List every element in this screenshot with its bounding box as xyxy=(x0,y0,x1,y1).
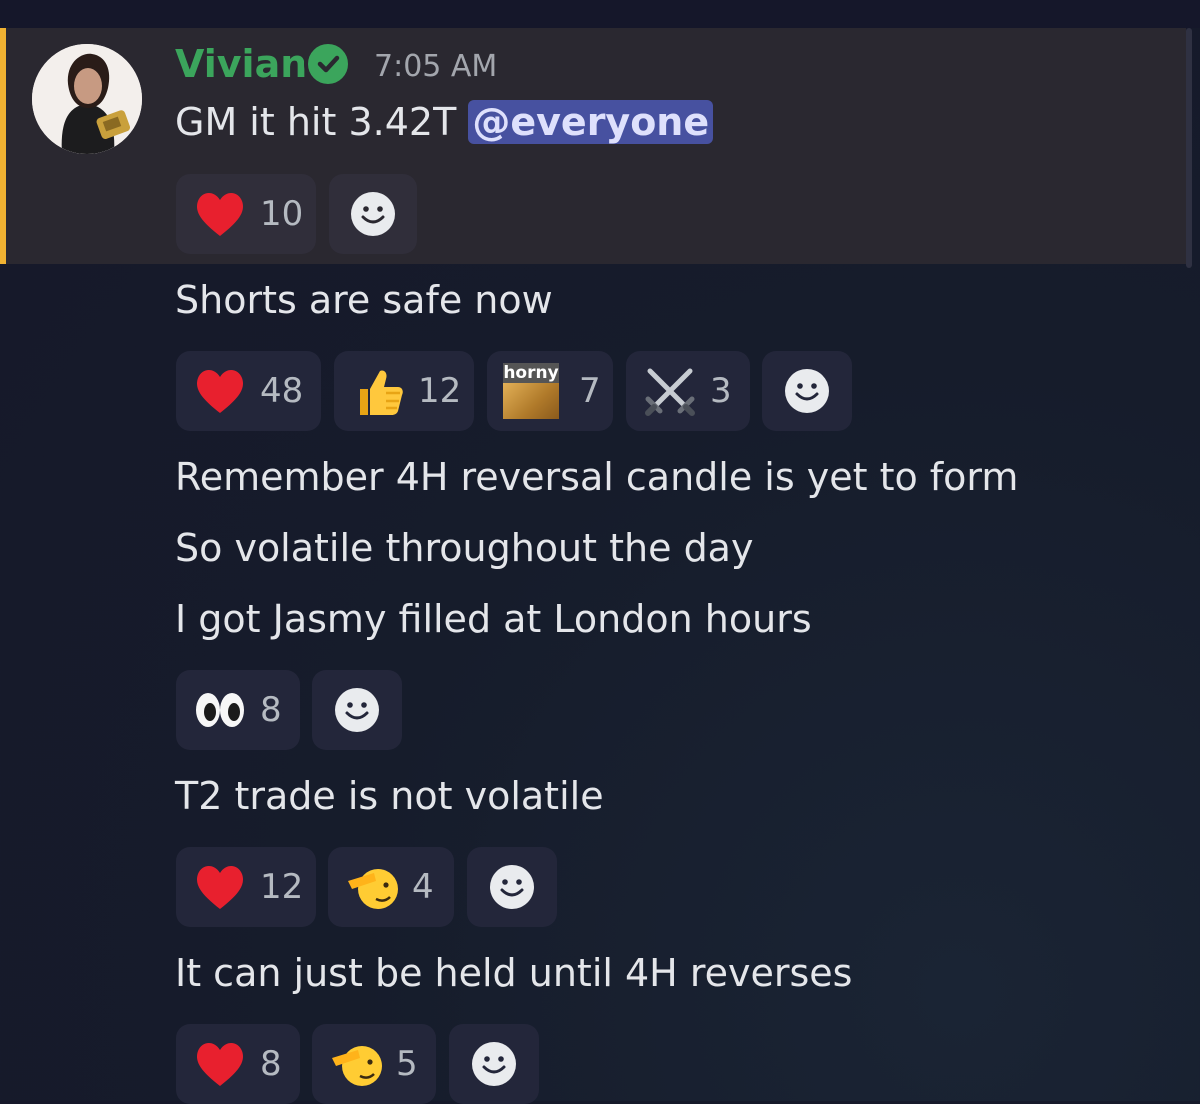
add-reaction-button[interactable] xyxy=(329,174,417,254)
add-reaction-icon xyxy=(785,369,829,413)
add-reaction-button[interactable] xyxy=(449,1024,539,1104)
add-reaction-button[interactable] xyxy=(762,351,852,431)
message-line: It can just be held until 4H reverses xyxy=(175,951,853,995)
saluting-face-icon xyxy=(348,869,398,909)
add-reaction-icon xyxy=(335,688,379,732)
message-line: So volatile throughout the day xyxy=(175,526,754,570)
heart-icon xyxy=(196,865,244,909)
reaction-crossed-swords[interactable]: 3 xyxy=(626,351,750,431)
add-reaction-icon xyxy=(490,865,534,909)
reaction-count: 12 xyxy=(418,371,462,411)
add-reaction-button[interactable] xyxy=(467,847,557,927)
message-line-first: GM it hit 3.42T @everyone xyxy=(175,98,714,146)
avatar-image xyxy=(32,44,142,154)
reaction-heart[interactable]: 48 xyxy=(176,351,321,431)
thumbs-up-icon xyxy=(360,370,403,415)
reaction-count: 8 xyxy=(260,690,282,730)
add-reaction-icon xyxy=(351,192,395,236)
reaction-heart[interactable]: 8 xyxy=(176,1024,300,1104)
saluting-face-icon xyxy=(332,1046,382,1086)
top-bar xyxy=(0,0,1200,28)
heart-icon xyxy=(196,369,244,413)
scrollbar[interactable] xyxy=(1186,28,1192,268)
reaction-count: 12 xyxy=(260,867,304,907)
reaction-saluting-face[interactable]: 5 xyxy=(312,1024,436,1104)
message-timestamp[interactable]: 7:05 AM xyxy=(374,48,497,86)
message-line: T2 trade is not volatile xyxy=(175,774,604,818)
add-reaction-icon xyxy=(472,1042,516,1086)
reaction-thumbs-up[interactable]: 12 xyxy=(334,351,474,431)
heart-icon xyxy=(196,1042,244,1086)
avatar[interactable] xyxy=(32,44,142,154)
reaction-saluting-face[interactable]: 4 xyxy=(328,847,454,927)
reaction-count: 48 xyxy=(260,371,304,411)
everyone-mention[interactable]: @everyone xyxy=(468,100,714,144)
crossed-swords-icon xyxy=(645,368,695,416)
reaction-count: 4 xyxy=(412,867,434,907)
reaction-count: 7 xyxy=(579,371,601,411)
horny-doge-emote: horny xyxy=(503,363,559,419)
message-text: GM it hit 3.42T xyxy=(175,100,469,144)
emote-label: horny xyxy=(503,363,559,383)
reaction-count: 3 xyxy=(710,371,732,411)
message-line: I got Jasmy filled at London hours xyxy=(175,597,812,641)
reaction-count: 8 xyxy=(260,1044,282,1084)
reaction-heart[interactable]: 10 xyxy=(176,174,316,254)
message-line: Shorts are safe now xyxy=(175,278,553,322)
heart-icon xyxy=(196,192,244,236)
author-name[interactable]: Vivian xyxy=(175,40,307,88)
eyes-icon xyxy=(196,693,244,727)
message-line: Remember 4H reversal candle is yet to fo… xyxy=(175,455,1019,499)
reaction-count: 5 xyxy=(396,1044,418,1084)
verified-badge-icon xyxy=(304,40,352,88)
add-reaction-button[interactable] xyxy=(312,670,402,750)
reaction-count: 10 xyxy=(260,194,304,234)
reaction-eyes[interactable]: 8 xyxy=(176,670,300,750)
reaction-heart[interactable]: 12 xyxy=(176,847,316,927)
reaction-horny[interactable]: horny 7 xyxy=(487,351,613,431)
